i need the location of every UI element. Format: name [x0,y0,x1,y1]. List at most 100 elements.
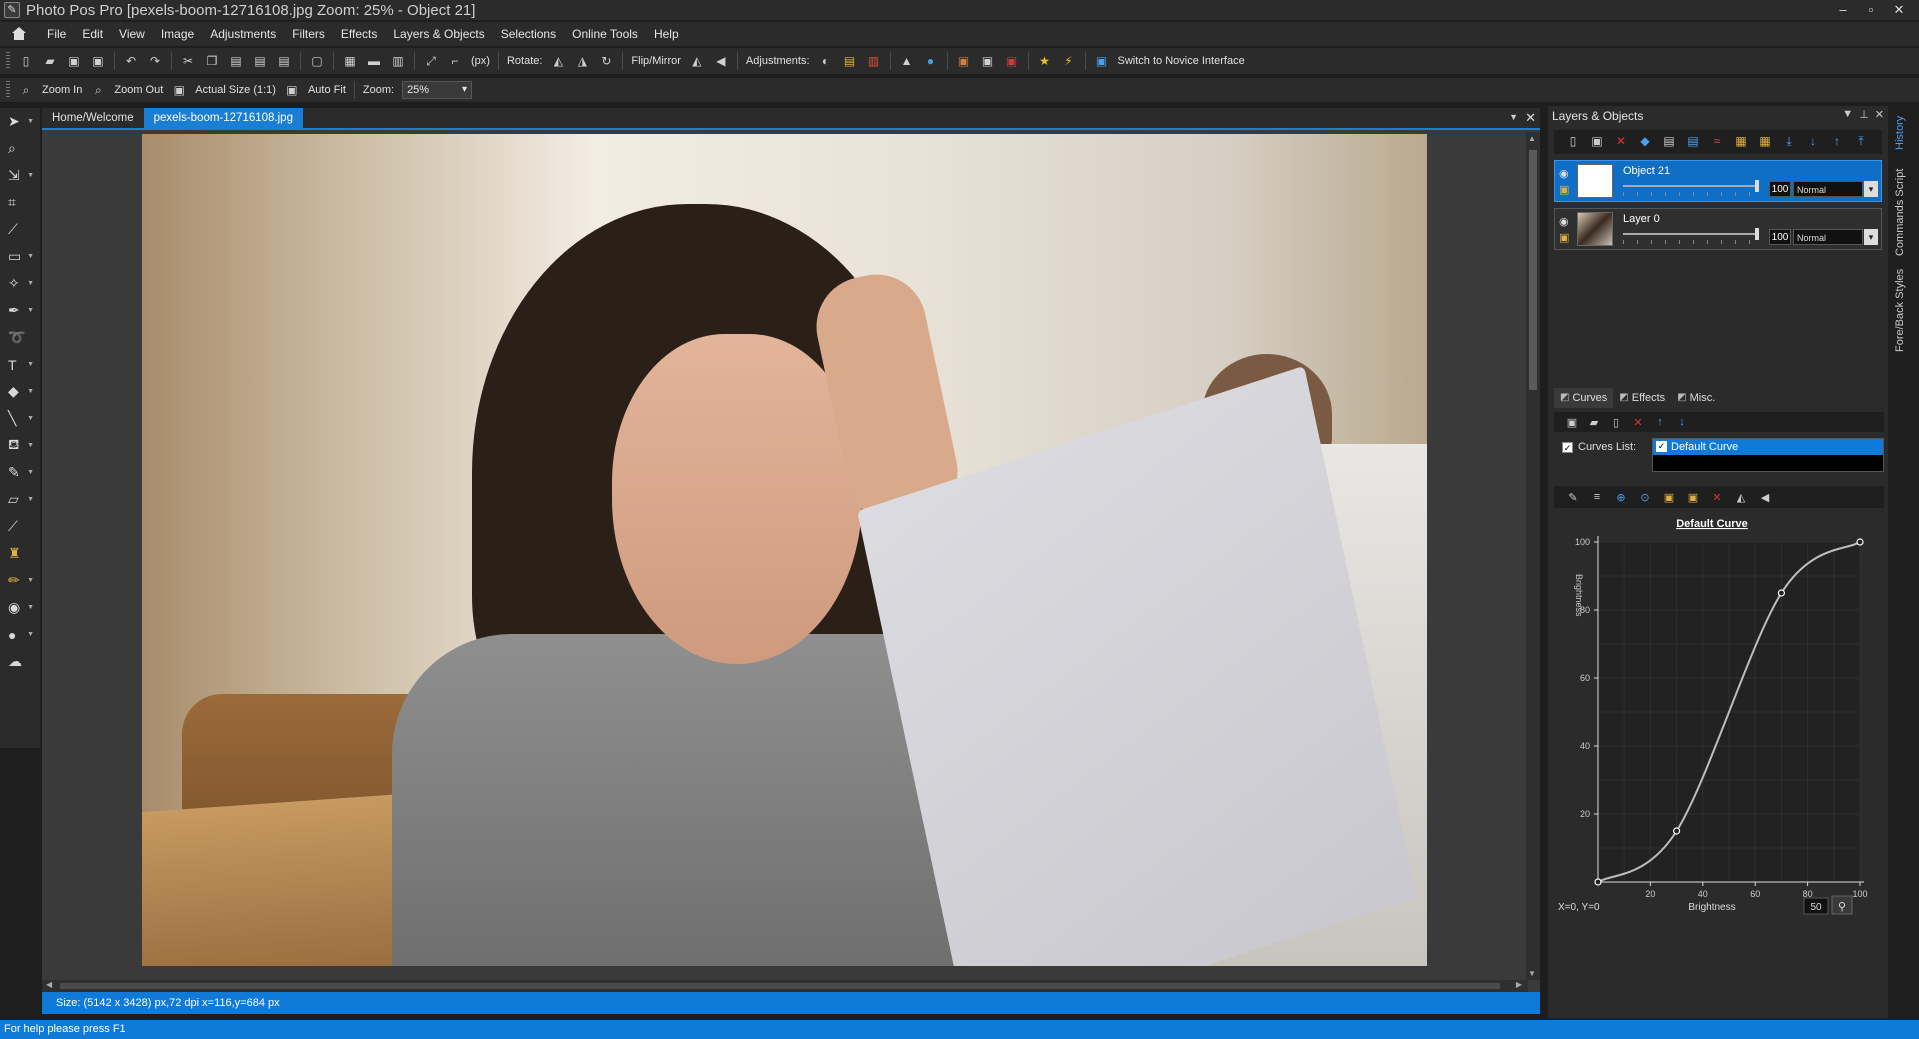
zoom-tool[interactable]: ⌕ [0,135,40,162]
brush-tool[interactable]: ✎ ▼ [0,459,40,486]
redeye-tool[interactable]: ◉ ▼ [0,594,40,621]
opacity-slider[interactable] [1623,180,1759,192]
move-tool[interactable]: ➤ ▼ [0,108,40,135]
menu-image[interactable]: Image [153,27,202,41]
text-tool[interactable]: T ▼ [0,351,40,378]
curve-flip-horizontal-icon[interactable]: ◀ [1756,491,1774,504]
curve-flip-vertical-icon[interactable]: ◭ [1732,491,1750,504]
delete-layer-icon[interactable]: ✕ [1612,134,1630,150]
delete-curve-icon[interactable]: ✕ [1630,416,1646,429]
layer-style-icon[interactable]: ≈ [1708,134,1726,150]
curve-list-item[interactable]: ✓ Default Curve [1653,439,1883,455]
ruler-icon[interactable]: ▬ [366,53,382,69]
pencil-tool[interactable]: ✏ ▼ [0,567,40,594]
paste-new-icon[interactable]: ▤ [252,53,268,69]
new-curve-icon[interactable]: ▯ [1608,416,1624,429]
zoom-in-button[interactable]: Zoom In [42,84,82,96]
scroll-down-icon[interactable]: ▼ [1528,969,1536,978]
tabs-dropdown-icon[interactable]: ▼ [1509,112,1518,122]
tab-misc[interactable]: ◩ Misc. [1671,388,1721,408]
vertical-scrollbar[interactable]: ▲ ▼ [1526,132,1540,980]
pen-tool[interactable]: ✒ ▼ [0,297,40,324]
zoom-in-icon[interactable]: ⌕ [18,82,34,98]
menu-adjustments[interactable]: Adjustments [202,27,284,41]
rectangle-select-tool[interactable]: ▭ ▼ [0,243,40,270]
auto-fit-icon[interactable]: ▣ [284,82,300,98]
auto-fit-button[interactable]: Auto Fit [308,84,346,96]
clone-stamp-tool[interactable]: ♜ [0,540,40,567]
blur-drop-icon[interactable]: ● [923,53,939,69]
curve-chart-svg[interactable]: Default Curve Brightness 20 40 60 80 100 20 40… [1554,510,1884,918]
move-up-icon[interactable]: ↑ [1828,134,1846,150]
zoom-select[interactable]: 25% [402,81,473,99]
canvas-viewport[interactable] [42,132,1528,980]
color-balance-icon[interactable]: ▤ [842,53,858,69]
fill-tool[interactable]: ⛾ ▼ [0,432,40,459]
visibility-eye-icon[interactable]: ◉ [1559,167,1569,180]
layer-row[interactable]: ◉ ▣ Object 21 100 Normal ▾ [1554,160,1882,202]
copy-icon[interactable]: ❐ [204,53,220,69]
layer-properties-icon[interactable]: ▤ [1660,134,1678,150]
levels-icon[interactable]: ▥ [866,53,882,69]
menu-effects[interactable]: Effects [333,27,385,41]
toolbar-grip[interactable] [6,52,10,70]
curve-reset-icon[interactable]: ✕ [1708,491,1726,504]
tab-history[interactable]: History [1894,116,1906,150]
resize-icon[interactable]: ⤢ [423,53,439,69]
curves-listbox[interactable]: ✓ Default Curve [1652,438,1884,472]
image-frame-icon[interactable]: ▣ [1004,53,1020,69]
canvas-size-icon[interactable]: ▢ [309,53,325,69]
tab-image-document[interactable]: pexels-boom-12716108.jpg [143,108,303,128]
layer-row[interactable]: ◉ ▣ Layer 0 100 Normal ▾ [1554,208,1882,250]
close-document-icon[interactable]: ✕ [1525,110,1536,126]
tab-effects[interactable]: ◩ Effects [1613,388,1671,408]
sponge-tool[interactable]: ☁ [0,648,40,675]
rotate-left-icon[interactable]: ◭ [550,53,566,69]
group-icon[interactable]: ▦ [1732,134,1750,150]
move-top-icon[interactable]: ⤒ [1852,134,1870,150]
eyedropper-tool[interactable]: ⟋ [0,513,40,540]
panel-dropdown-icon[interactable]: ▼ [1842,108,1853,121]
lightning-icon[interactable]: ⚡ [1061,53,1077,69]
open-curve-icon[interactable]: ▰ [1586,416,1602,429]
new-layer-icon[interactable]: ▯ [1564,134,1582,150]
line-tool[interactable]: ╲ ▼ [0,405,40,432]
home-icon[interactable] [11,27,27,41]
menu-filters[interactable]: Filters [284,27,333,41]
save-icon[interactable]: ▣ [66,53,82,69]
blend-dropdown-icon[interactable]: ▾ [1864,229,1878,245]
menu-layers-objects[interactable]: Layers & Objects [385,27,492,41]
image-effect-icon[interactable]: ▣ [956,53,972,69]
menu-edit[interactable]: Edit [74,27,111,41]
move-bottom-icon[interactable]: ⤓ [1780,134,1798,150]
blend-mode-select[interactable]: Normal [1793,181,1863,197]
curve-channels-icon[interactable]: ≡ [1588,491,1606,503]
novice-interface-icon[interactable]: ▣ [1094,53,1110,69]
menu-selections[interactable]: Selections [493,27,564,41]
curve-chart[interactable]: Default Curve Brightness 20 40 60 80 100 20 40… [1554,510,1884,918]
magic-wand-tool[interactable]: ✧ ▼ [0,270,40,297]
lasso-tool[interactable]: ➰ [0,324,40,351]
curve-control-point[interactable] [1777,589,1785,597]
paste-icon[interactable]: ▤ [228,53,244,69]
actual-size-icon[interactable]: ▣ [171,82,187,98]
curve-control-point[interactable] [1672,827,1681,835]
close-button[interactable]: ✕ [1885,0,1913,20]
straighten-tool[interactable]: ⟋ [0,216,40,243]
crop-icon[interactable]: ⌐ [447,53,463,69]
opacity-value[interactable]: 100 [1769,181,1791,197]
actual-size-button[interactable]: Actual Size (1:1) [195,84,276,96]
scroll-right-icon[interactable]: ▶ [1516,980,1522,989]
horizontal-scrollbar[interactable]: ◀ ▶ [42,980,1528,992]
save-as-icon[interactable]: ▣ [90,53,106,69]
curve-pencil-icon[interactable]: ✎ [1564,491,1582,504]
visibility-eye-icon[interactable]: ◉ [1559,215,1569,228]
smudge-tool[interactable]: ● ▼ [0,621,40,648]
flip-vertical-icon[interactable]: ◭ [689,53,705,69]
move-down-icon[interactable]: ↓ [1804,134,1822,150]
tab-home-welcome[interactable]: Home/Welcome [42,108,144,128]
opacity-slider[interactable] [1623,228,1759,240]
menu-help[interactable]: Help [646,27,687,41]
toolbar-grip[interactable] [6,81,10,99]
scroll-left-icon[interactable]: ◀ [46,980,52,989]
